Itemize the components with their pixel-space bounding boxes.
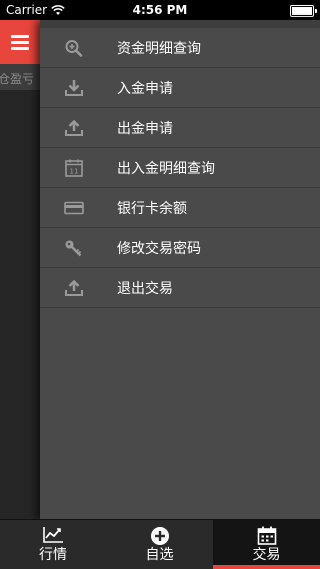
tab-label: 行情 — [39, 547, 67, 563]
tab-market[interactable]: 行情 — [0, 520, 106, 569]
menu-item-fund-detail[interactable]: 资金明细查询 — [40, 28, 320, 68]
battery-icon — [290, 5, 317, 17]
menu-item-label: 资金明细查询 — [117, 40, 201, 57]
menu-item-deposit[interactable]: 入金申请 — [40, 68, 320, 108]
active-tab-indicator — [213, 565, 320, 569]
side-drawer: 资金明细查询 入金申请 出金申请 11 出入金明细查询 银行卡余额 修改交易密码… — [40, 20, 320, 519]
svg-text:11: 11 — [70, 168, 79, 176]
search-plus-icon — [65, 40, 83, 57]
tab-label: 自选 — [145, 547, 174, 563]
menu-item-label: 银行卡余额 — [117, 200, 187, 217]
calendar-icon: 11 — [65, 159, 83, 177]
tab-label: 交易 — [252, 547, 281, 563]
menu-item-bank-balance[interactable]: 银行卡余额 — [40, 188, 320, 228]
tab-watchlist[interactable]: 自选 — [106, 520, 213, 569]
menu-item-label: 入金申请 — [117, 80, 173, 97]
menu-item-change-password[interactable]: 修改交易密码 — [40, 228, 320, 268]
left-sub-label: 仓盈亏 — [0, 72, 34, 86]
menu-item-deposit-withdraw-detail[interactable]: 11 出入金明细查询 — [40, 148, 320, 188]
key-icon — [65, 240, 82, 257]
hamburger-menu-button[interactable] — [0, 20, 40, 64]
left-panel: 仓盈亏 — [0, 20, 40, 519]
tab-trade[interactable]: 交易 — [213, 520, 320, 569]
tab-bar: 行情 自选 交易 — [0, 519, 320, 569]
status-bar: Carrier 4:56 PM — [0, 0, 320, 20]
menu-item-exit-trading[interactable]: 退出交易 — [40, 268, 320, 308]
hamburger-icon — [11, 32, 29, 53]
menu-item-label: 修改交易密码 — [117, 240, 201, 257]
drawer-top-strip — [40, 20, 320, 28]
menu-item-withdraw[interactable]: 出金申请 — [40, 108, 320, 148]
menu-item-label: 出入金明细查询 — [117, 160, 215, 177]
upload-icon — [65, 119, 83, 136]
credit-card-icon — [64, 201, 84, 215]
left-sub-header: 仓盈亏 — [0, 64, 40, 90]
upload-icon — [65, 279, 83, 296]
menu-item-label: 退出交易 — [117, 280, 173, 297]
plus-circle-icon — [150, 527, 169, 545]
download-icon — [65, 80, 83, 96]
status-time: 4:56 PM — [132, 3, 188, 17]
calendar-icon — [257, 526, 276, 545]
chart-icon — [43, 527, 63, 543]
menu-item-label: 出金申请 — [117, 120, 173, 137]
